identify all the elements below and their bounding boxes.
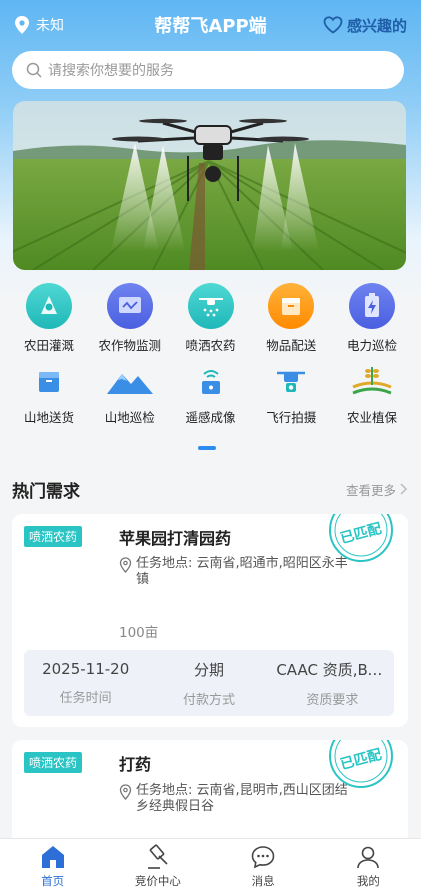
- wheat-icon: [349, 361, 395, 401]
- top-bar: 未知 帮帮飞APP端 感兴趣的: [0, 0, 421, 50]
- service-mountain-inspect[interactable]: 山地巡检: [91, 361, 169, 439]
- view-more-label: 查看更多: [345, 482, 396, 498]
- location-text: 未知: [36, 18, 64, 34]
- matched-stamp: 已匹配: [326, 514, 396, 562]
- service-label: 飞行拍摄: [266, 410, 317, 425]
- service-label: 山地送货: [23, 410, 74, 425]
- section-title: 热门需求: [12, 481, 80, 502]
- stamp-text: 已匹配: [339, 747, 384, 773]
- payment-label: 付款方式: [182, 692, 235, 708]
- tab-home[interactable]: 首页: [0, 839, 105, 893]
- location-selector[interactable]: 未知: [14, 15, 64, 35]
- service-spray[interactable]: 喷洒农药: [172, 283, 250, 361]
- power-inspect-icon: [349, 283, 395, 329]
- service-row: 山地送货 山地巡检 遥感成像 飞行拍摄 农业植保: [10, 361, 411, 439]
- delivery-box-icon: [268, 283, 315, 329]
- task-address: 任务地点: 云南省,昆明市,西山区团结乡经典假日谷: [119, 783, 359, 815]
- category-tag: 喷洒农药: [24, 526, 83, 547]
- task-address: 任务地点: 云南省,昭通市,昭阳区永丰镇: [119, 556, 359, 588]
- location-pin-icon: [15, 16, 29, 34]
- service-irrigation[interactable]: 农田灌溉: [10, 283, 88, 361]
- irrigation-icon: [26, 283, 72, 329]
- remote-sensing-icon: [188, 361, 234, 401]
- service-mountain-delivery[interactable]: 山地送货: [10, 361, 88, 439]
- demand-card[interactable]: 喷洒农药 打药 任务地点: 云南省,昆明市,西山区团结乡经典假日谷 已匹配: [12, 740, 408, 850]
- interest-label: 感兴趣的: [346, 16, 407, 35]
- service-grid: 农田灌溉 农作物监测 喷洒农药 物品配送 电力巡检 山地送货 山地巡检 遥感成像…: [10, 283, 411, 439]
- page-indicator: [198, 446, 216, 450]
- matched-stamp: 已匹配: [326, 740, 396, 788]
- area-value: 100亩: [119, 625, 159, 641]
- payment-method: 分期 付款方式: [147, 650, 270, 716]
- task-time-label: 任务时间: [59, 691, 112, 706]
- task-time-value: 2025-11-20: [42, 660, 130, 678]
- search-icon: [26, 62, 42, 78]
- tab-label: 我的: [356, 873, 380, 888]
- service-delivery[interactable]: 物品配送: [252, 283, 330, 361]
- tab-label: 首页: [41, 873, 65, 888]
- mountain-icon: [106, 361, 153, 401]
- search-placeholder: 请搜索你想要的服务: [48, 63, 174, 79]
- service-label: 农业植保: [346, 410, 397, 425]
- aerial-camera-icon: [268, 361, 314, 401]
- service-power[interactable]: 电力巡检: [333, 283, 411, 361]
- interest-button[interactable]: 感兴趣的: [323, 15, 407, 36]
- banner-image[interactable]: [13, 101, 406, 270]
- service-label: 物品配送: [266, 338, 317, 353]
- mountain-delivery-icon: [26, 361, 72, 401]
- search-input[interactable]: 请搜索你想要的服务: [12, 51, 404, 89]
- category-tag: 喷洒农药: [24, 752, 83, 773]
- tab-label: 消息: [251, 873, 275, 888]
- task-info-box: 2025-11-20 任务时间 分期 付款方式 CAAC 资质,BVLOS 资质…: [24, 650, 394, 716]
- demand-card[interactable]: 喷洒农药 苹果园打清园药 任务地点: 云南省,昭通市,昭阳区永丰镇 已匹配 10…: [12, 514, 408, 727]
- service-remote-sensing[interactable]: 遥感成像: [172, 361, 250, 439]
- location-pin-icon: [119, 784, 132, 800]
- card-title: 苹果园打清园药: [119, 529, 232, 548]
- service-plant-protection[interactable]: 农业植保: [333, 361, 411, 439]
- chevron-right-icon: [400, 483, 408, 495]
- qualification-value: CAAC 资质,BVLOS: [276, 660, 388, 679]
- service-label: 遥感成像: [185, 410, 236, 425]
- user-icon: [357, 846, 380, 868]
- hot-demand-header: 热门需求 查看更多: [12, 476, 408, 502]
- view-more-link[interactable]: 查看更多: [346, 480, 408, 499]
- qualification: CAAC 资质,BVLOS 资质要求: [271, 650, 394, 716]
- task-time: 2025-11-20 任务时间: [24, 650, 147, 716]
- qualification-label: 资质要求: [306, 692, 359, 708]
- payment-value: 分期: [193, 660, 224, 679]
- card-title: 打药: [119, 755, 152, 774]
- tab-profile[interactable]: 我的: [316, 839, 421, 893]
- stamp-text: 已匹配: [339, 521, 384, 547]
- service-aerial-photo[interactable]: 飞行拍摄: [252, 361, 330, 439]
- service-label: 山地巡检: [104, 410, 155, 425]
- chat-icon: [251, 845, 275, 868]
- tab-messages[interactable]: 消息: [211, 839, 316, 893]
- service-label: 农作物监测: [98, 338, 161, 353]
- gavel-icon: [147, 843, 168, 869]
- service-row: 农田灌溉 农作物监测 喷洒农药 物品配送 电力巡检: [10, 283, 411, 361]
- home-icon: [41, 845, 64, 868]
- service-label: 电力巡检: [346, 338, 397, 353]
- service-crop-monitor[interactable]: 农作物监测: [91, 283, 169, 361]
- tab-bidding[interactable]: 竞价中心: [105, 839, 210, 893]
- bottom-tab-bar: 首页 竞价中心 消息 我的: [0, 838, 421, 893]
- location-pin-icon: [119, 557, 132, 573]
- heart-icon: [323, 16, 343, 34]
- tab-label: 竞价中心: [134, 873, 181, 888]
- service-label: 农田灌溉: [23, 338, 74, 353]
- service-label: 喷洒农药: [185, 338, 236, 353]
- crop-monitor-icon: [106, 283, 153, 329]
- spray-drone-icon: [187, 283, 234, 329]
